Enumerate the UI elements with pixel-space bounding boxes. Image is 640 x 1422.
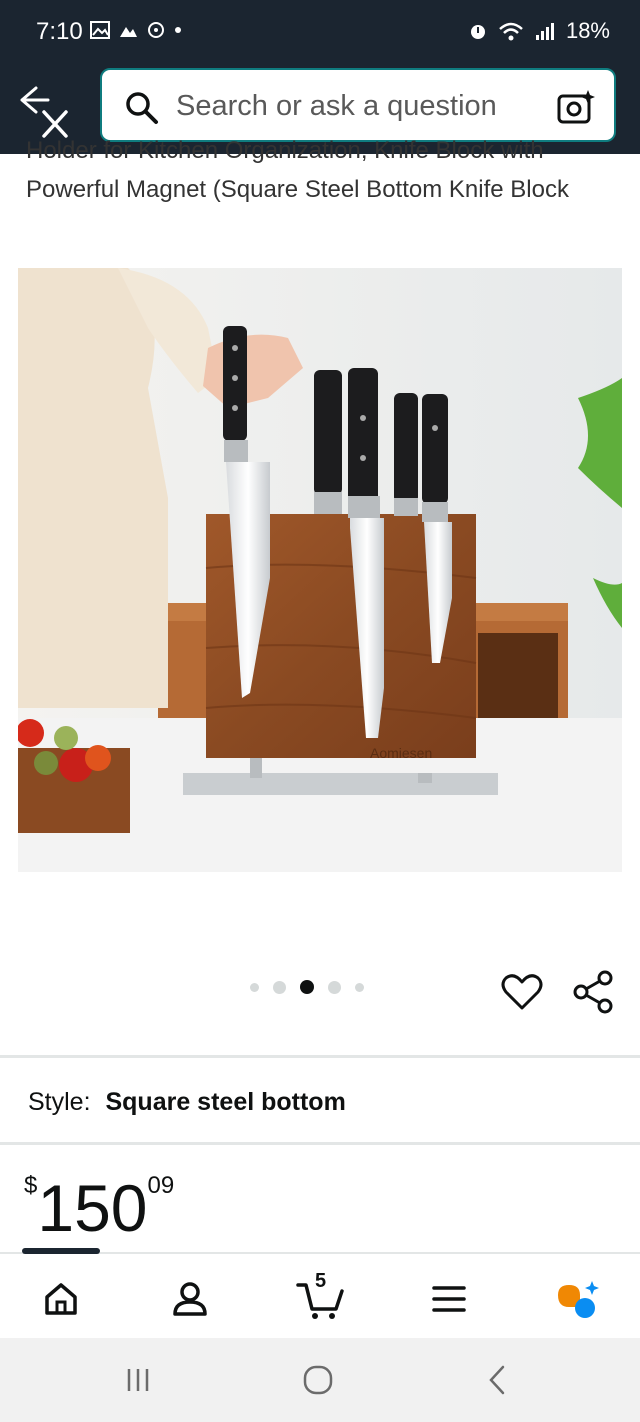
divider bbox=[0, 1055, 640, 1058]
notification-icons bbox=[90, 20, 182, 40]
search-bar[interactable]: Search or ask a question bbox=[100, 68, 616, 142]
image-carousel-dots bbox=[250, 980, 364, 994]
nav-home[interactable] bbox=[36, 1274, 86, 1324]
carousel-dot[interactable] bbox=[355, 982, 364, 992]
divider bbox=[0, 1142, 640, 1145]
search-icon bbox=[126, 92, 158, 124]
home-system-button[interactable] bbox=[298, 1364, 338, 1396]
product-title-line2: Powerful Magnet (Square Steel Bottom Kni… bbox=[26, 176, 569, 203]
share-button[interactable] bbox=[572, 970, 616, 1014]
carousel-dot[interactable] bbox=[328, 980, 341, 994]
signal-icon bbox=[535, 23, 554, 40]
menu-icon bbox=[432, 1286, 466, 1312]
camera-search-icon[interactable] bbox=[556, 88, 596, 126]
alarm-icon bbox=[470, 25, 485, 39]
nav-rufus[interactable] bbox=[553, 1274, 603, 1324]
home-circle-icon bbox=[303, 1365, 333, 1395]
recent-apps-icon bbox=[127, 1369, 149, 1391]
nav-menu[interactable] bbox=[424, 1274, 474, 1324]
rufus-icon bbox=[558, 1281, 599, 1318]
cart-count-badge: 5 bbox=[315, 1270, 327, 1292]
bottom-nav: 5 bbox=[0, 1248, 640, 1340]
sync-icon bbox=[148, 22, 164, 38]
product-title-line1: Holder for Kitchen Organization, Knife B… bbox=[26, 137, 544, 164]
home-icon bbox=[45, 1283, 77, 1315]
heart-icon bbox=[501, 974, 543, 1010]
back-chevron-icon bbox=[489, 1365, 505, 1395]
dot-icon bbox=[175, 27, 181, 33]
nav-account[interactable] bbox=[165, 1274, 215, 1324]
system-nav-bar bbox=[0, 1338, 640, 1422]
product-image[interactable]: Aomiesen bbox=[18, 268, 622, 872]
nav-cart[interactable]: 5 bbox=[295, 1270, 345, 1324]
price-whole: 150 bbox=[37, 1171, 148, 1245]
battery-percent: 18% bbox=[565, 18, 610, 43]
price-currency: $ bbox=[24, 1172, 38, 1199]
carousel-dot[interactable] bbox=[273, 980, 286, 994]
carousel-dot-active[interactable] bbox=[300, 980, 314, 994]
style-label: Style: bbox=[28, 1088, 91, 1116]
nav-active-indicator bbox=[22, 1248, 100, 1254]
recent-apps-button[interactable] bbox=[118, 1364, 158, 1396]
photo-icon bbox=[120, 27, 137, 37]
price: $15009 bbox=[24, 1170, 174, 1246]
person-icon bbox=[173, 1282, 207, 1316]
price-fraction: 09 bbox=[147, 1172, 175, 1199]
carousel-dot[interactable] bbox=[250, 982, 259, 992]
back-system-button[interactable] bbox=[478, 1364, 518, 1396]
share-icon bbox=[573, 970, 613, 1014]
status-bar: 7:10 18% bbox=[0, 0, 640, 62]
status-time: 7:10 bbox=[36, 18, 83, 45]
wifi-icon bbox=[499, 22, 523, 41]
knife-block-photo: Aomiesen bbox=[18, 268, 622, 872]
add-to-list-button[interactable] bbox=[500, 970, 544, 1014]
search-input[interactable]: Search or ask a question bbox=[176, 90, 497, 123]
system-icons: 18% bbox=[468, 18, 610, 44]
brand-engraving: Aomiesen bbox=[370, 745, 432, 761]
style-value: Square steel bottom bbox=[105, 1088, 346, 1116]
gallery-icon bbox=[90, 21, 110, 39]
style-selector[interactable]: Style: Square steel bottom bbox=[28, 1088, 346, 1117]
